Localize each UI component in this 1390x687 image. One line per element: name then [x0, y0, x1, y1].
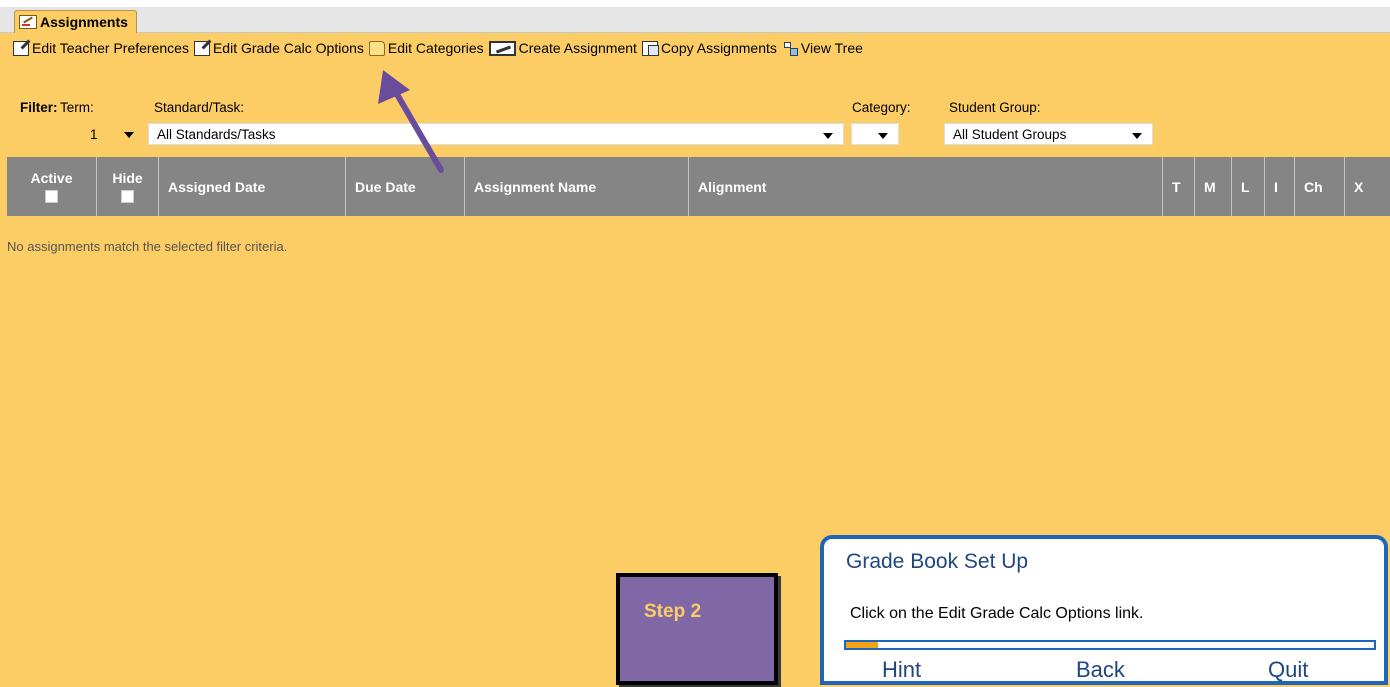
progress-fill [846, 642, 878, 648]
progress-bar [844, 640, 1376, 650]
quit-button[interactable]: Quit [1268, 657, 1308, 683]
guide-message: Click on the Edit Grade Calc Options lin… [850, 605, 1144, 622]
guide-title: Grade Book Set Up [846, 550, 1029, 573]
back-button[interactable]: Back [1076, 657, 1125, 683]
hint-button[interactable]: Hint [882, 657, 921, 683]
step-box: Step 2 [616, 573, 778, 685]
guide-panel: Grade Book Set Up Click on the Edit Grad… [820, 535, 1388, 685]
step-label: Step 2 [644, 601, 702, 622]
